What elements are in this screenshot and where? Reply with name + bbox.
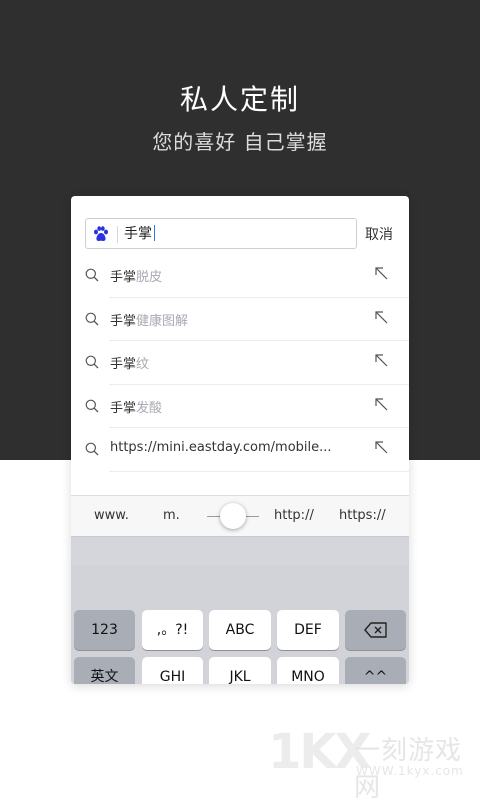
search-query: 手掌 [124, 226, 152, 242]
suggestion-text: https://mini.eastday.com/mobile... [110, 440, 332, 455]
shortcut-http[interactable]: http:// [274, 508, 314, 523]
suggestion-text: 手掌脱皮 [110, 266, 162, 285]
suggestion-item[interactable]: 手掌脱皮 [71, 254, 409, 298]
suggestion-prefix: 手掌 [110, 357, 137, 372]
search-query-wrap: 手掌 [124, 225, 155, 243]
key-english[interactable]: 英文 [74, 657, 135, 684]
text-caret [154, 225, 155, 241]
search-row: 手掌 取消 [71, 196, 409, 256]
suggestion-prefix: https://mini.eastday.com/mobile... [110, 440, 332, 455]
hero-subtitle: 您的喜好 自己掌握 [152, 130, 328, 154]
suggestion-text: 手掌健康图解 [110, 310, 188, 329]
key-abc[interactable]: ABC [209, 610, 271, 650]
backspace-key[interactable] [345, 610, 406, 650]
key-mno[interactable]: MNO [277, 657, 339, 684]
fill-query-arrow-icon[interactable] [375, 310, 388, 324]
key-emoticon[interactable]: ^^ [345, 657, 406, 684]
suggestion-item[interactable]: https://mini.eastday.com/mobile... [71, 428, 409, 472]
candidate-bar [71, 536, 409, 565]
search-separator [117, 226, 118, 243]
divider [109, 470, 409, 472]
cancel-button[interactable]: 取消 [365, 224, 393, 244]
key-def[interactable]: DEF [277, 610, 339, 650]
fill-query-arrow-icon[interactable] [375, 354, 388, 367]
hero-title: 私人定制 [179, 83, 300, 116]
search-input[interactable]: 手掌 [85, 218, 357, 249]
backspace-icon [363, 622, 387, 638]
shortcut-https[interactable]: https:// [339, 508, 386, 523]
suggestion-item[interactable]: 手掌健康图解 [71, 298, 409, 341]
search-icon [85, 442, 99, 456]
suggestion-list: 手掌脱皮 手掌健康图解 手掌纹 手掌发酸 https://mini.eastda… [71, 254, 409, 472]
fill-query-arrow-icon[interactable] [375, 397, 388, 411]
search-icon [85, 312, 99, 325]
fill-query-arrow-icon[interactable] [375, 267, 388, 280]
search-icon [85, 355, 99, 369]
suggestion-item[interactable]: 手掌发酸 [71, 385, 409, 428]
suggestion-text: 手掌纹 [110, 353, 149, 372]
fill-query-arrow-icon[interactable] [375, 441, 388, 454]
key-ghi[interactable]: GHI [142, 657, 203, 684]
suggestion-prefix: 手掌 [110, 400, 137, 416]
cursor-slider-knob[interactable] [220, 503, 246, 529]
suggestion-hint: 纹 [136, 357, 150, 372]
suggestion-hint: 脱皮 [136, 270, 163, 285]
url-shortcut-bar: www. m. http:// https:// [71, 495, 409, 536]
suggestion-item[interactable]: 手掌纹 [71, 341, 409, 385]
search-icon [85, 268, 99, 282]
watermark-url: WWW.1kyx.com [356, 764, 464, 778]
suggestion-prefix: 手掌 [110, 270, 137, 285]
shortcut-www[interactable]: www. [94, 508, 129, 523]
key-123[interactable]: 123 [74, 610, 135, 650]
suggestion-hint: 发酸 [136, 400, 163, 416]
shortcut-m[interactable]: m. [163, 508, 180, 523]
search-icon [85, 399, 99, 412]
suggestion-text: 手掌发酸 [110, 397, 162, 416]
keyboard: 123 ,。?! ABC DEF 英文 GHI JKL MNO ^^ [71, 565, 409, 684]
baidu-paw-icon[interactable] [92, 225, 110, 243]
key-punctuation[interactable]: ,。?! [142, 610, 203, 650]
suggestion-hint: 健康图解 [136, 313, 189, 329]
key-jkl[interactable]: JKL [209, 657, 271, 684]
suggestion-prefix: 手掌 [110, 313, 137, 329]
browser-search-card: 手掌 取消 手掌脱皮 手掌健康图解 手掌纹 手掌发酸 https://mini.… [71, 196, 409, 684]
